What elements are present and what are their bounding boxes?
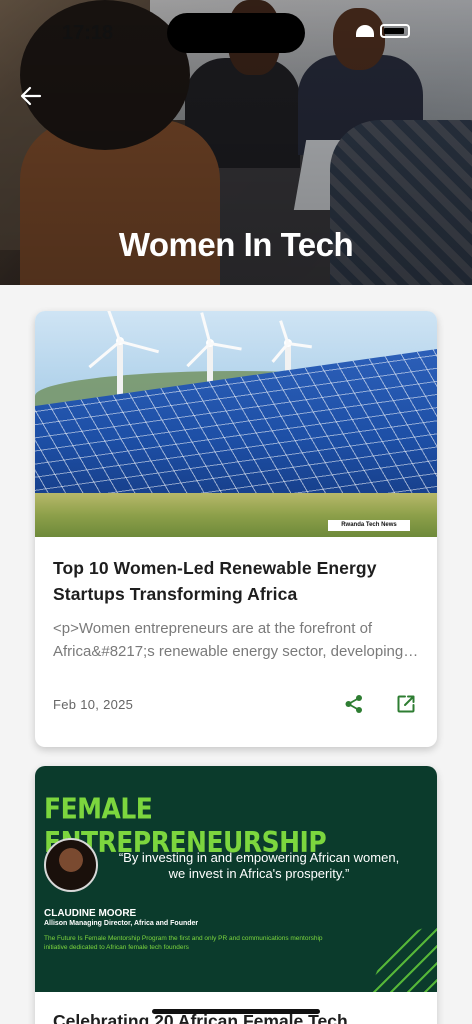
- article-title[interactable]: Top 10 Women-Led Renewable Energy Startu…: [53, 555, 419, 607]
- back-button[interactable]: [16, 82, 46, 110]
- open-external-button[interactable]: [393, 691, 419, 717]
- arrow-left-icon: [20, 86, 42, 106]
- promo-role: Allison Managing Director, Africa and Fo…: [44, 920, 199, 927]
- status-icons: [356, 24, 410, 38]
- article-excerpt: <p>Women entrepreneurs are at the forefr…: [53, 620, 404, 660]
- share-button[interactable]: [341, 691, 367, 717]
- image-watermark: Rwanda Tech News: [328, 520, 410, 531]
- open-external-icon: [397, 695, 415, 713]
- avatar: [44, 838, 98, 892]
- article-card[interactable]: FEMALE ENTREPRENEURSHIP “By investing in…: [35, 766, 437, 1024]
- article-image: Rwanda Tech News: [35, 311, 437, 537]
- card-body: Top 10 Women-Led Renewable Energy Startu…: [35, 555, 437, 663]
- promo-heading: FEMALE ENTREPRENEURSHIP: [44, 792, 327, 859]
- promo-description: The Future Is Female Mentorship Program …: [44, 935, 323, 951]
- battery-icon: [380, 24, 410, 38]
- article-card[interactable]: Rwanda Tech News Top 10 Women-Led Renewa…: [35, 311, 437, 747]
- promo-name: CLAUDINE MOORE: [44, 908, 137, 919]
- promo-quote: “By investing in and empowering African …: [118, 850, 400, 881]
- status-time: 17:18: [62, 22, 114, 44]
- share-icon: [345, 695, 362, 713]
- page-title: Women In Tech: [118, 226, 354, 263]
- wifi-icon: [356, 25, 374, 37]
- article-date: Feb 10, 2025: [53, 696, 134, 712]
- article-image: FEMALE ENTREPRENEURSHIP “By investing in…: [35, 766, 437, 992]
- circuit-decoration: [333, 906, 437, 992]
- card-footer: Feb 10, 2025: [53, 691, 419, 717]
- home-indicator[interactable]: [152, 1009, 320, 1014]
- dynamic-island: [167, 13, 305, 53]
